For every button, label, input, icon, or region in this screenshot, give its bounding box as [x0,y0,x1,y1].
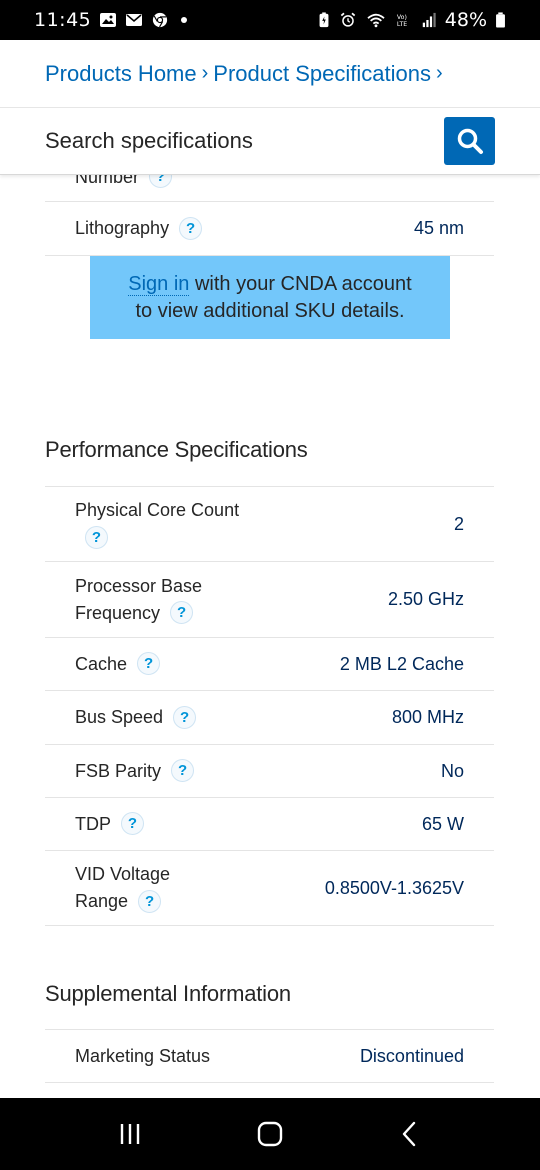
help-icon[interactable]: ? [85,525,108,549]
help-icon[interactable]: ? [173,705,197,729]
spec-row-fsb-parity: FSB Parity? No [45,745,494,798]
spec-value: 800 MHz [391,707,464,727]
battery-saver-icon [317,12,331,28]
spec-value: No [440,760,464,781]
alarm-icon [339,12,357,28]
mail-icon [125,12,143,28]
spec-row-lithography: Lithography? 45 nm [45,202,494,256]
spec-value: 45 nm [413,218,464,238]
spec-label: Marketing Status [75,1045,211,1066]
status-right: Vo) LTE 48% [317,9,506,31]
system-nav-bar [0,1098,540,1170]
search-specifications-label[interactable]: Search specifications [45,128,253,154]
spec-row-cache: Cache? 2 MB L2 Cache [45,638,494,691]
breadcrumb-product-specifications[interactable]: Product Specifications [213,61,431,87]
back-button[interactable] [380,1114,440,1154]
search-bar: Search specifications [0,108,540,175]
spec-label: TDP [75,813,111,834]
spec-value: 2.50 GHz [387,589,464,609]
spec-row-processor-base-frequency: Processor Base Frequency? 2.50 GHz [45,562,494,638]
status-bar: 11:45 Vo) LTE 48% [0,0,540,40]
spec-row-tdp: TDP? 65 W [45,798,494,851]
spec-label: Physical Core Count [75,500,240,520]
specs-content[interactable]: Number? Lithography? 45 nm Sign in with … [0,175,540,1098]
volte-icon: Vo) LTE [395,12,413,28]
spec-label: Bus Speed [75,707,164,727]
help-icon[interactable]: ? [137,652,161,676]
spec-value: 0.8500V-1.3625V [324,877,464,898]
back-icon [402,1121,416,1147]
spec-row-vid-voltage-range: VID Voltage Range? 0.8500V-1.3625V [45,851,494,926]
help-icon[interactable]: ? [179,216,203,240]
recent-apps-icon [120,1124,140,1144]
home-icon [257,1121,283,1147]
status-left: 11:45 [34,9,188,31]
search-icon [457,128,483,154]
breadcrumb-bar: Products Home › Product Specifications › [0,40,540,108]
spec-label: Number [75,175,140,187]
supplemental-section-title: Supplemental Information [45,981,291,1006]
spec-label: Lithography [75,218,170,238]
svg-text:LTE: LTE [397,21,407,28]
help-icon[interactable]: ? [138,889,162,913]
breadcrumb: Products Home › Product Specifications › [45,61,448,87]
image-icon [99,12,117,28]
cnda-text-line2: to view additional SKU details. [135,299,405,322]
help-icon[interactable]: ? [170,601,194,625]
spec-label: FSB Parity [75,760,162,781]
breadcrumb-products-home[interactable]: Products Home [45,61,197,87]
spec-value: Discontinued [359,1045,464,1066]
battery-icon [495,12,506,28]
help-icon[interactable]: ? [149,175,173,189]
home-button[interactable] [240,1114,300,1154]
spec-row-physical-core-count: Physical Core Count? 2 [45,487,494,562]
sign-in-link[interactable]: Sign in [128,272,190,296]
svg-text:Vo): Vo) [397,14,407,21]
spec-value: 2 MB L2 Cache [339,653,464,674]
notification-dot [181,17,188,23]
performance-section-title: Performance Specifications [45,437,308,462]
cnda-sign-in-notice: Sign in with your CNDA account to view a… [90,256,450,339]
spec-row-partial: Number? [45,175,494,202]
breadcrumb-separator: › [201,62,209,84]
spec-row-bus-speed: Bus Speed? 800 MHz [45,691,494,745]
help-icon[interactable]: ? [121,812,144,836]
spec-value: 2 [453,513,464,534]
spec-row-marketing-status: Marketing Status Discontinued [45,1030,494,1083]
wifi-icon [365,12,387,28]
spec-label: Cache [75,653,128,674]
signal-icon [421,12,437,28]
battery-percent: 48% [444,9,487,31]
cnda-text: with your CNDA account [189,272,412,295]
status-time: 11:45 [34,9,92,31]
search-button[interactable] [444,117,495,165]
help-icon[interactable]: ? [171,759,195,783]
recent-apps-button[interactable] [100,1114,160,1154]
breadcrumb-separator: › [435,62,443,84]
spec-value: 65 W [421,813,464,834]
chrome-icon [151,12,169,28]
